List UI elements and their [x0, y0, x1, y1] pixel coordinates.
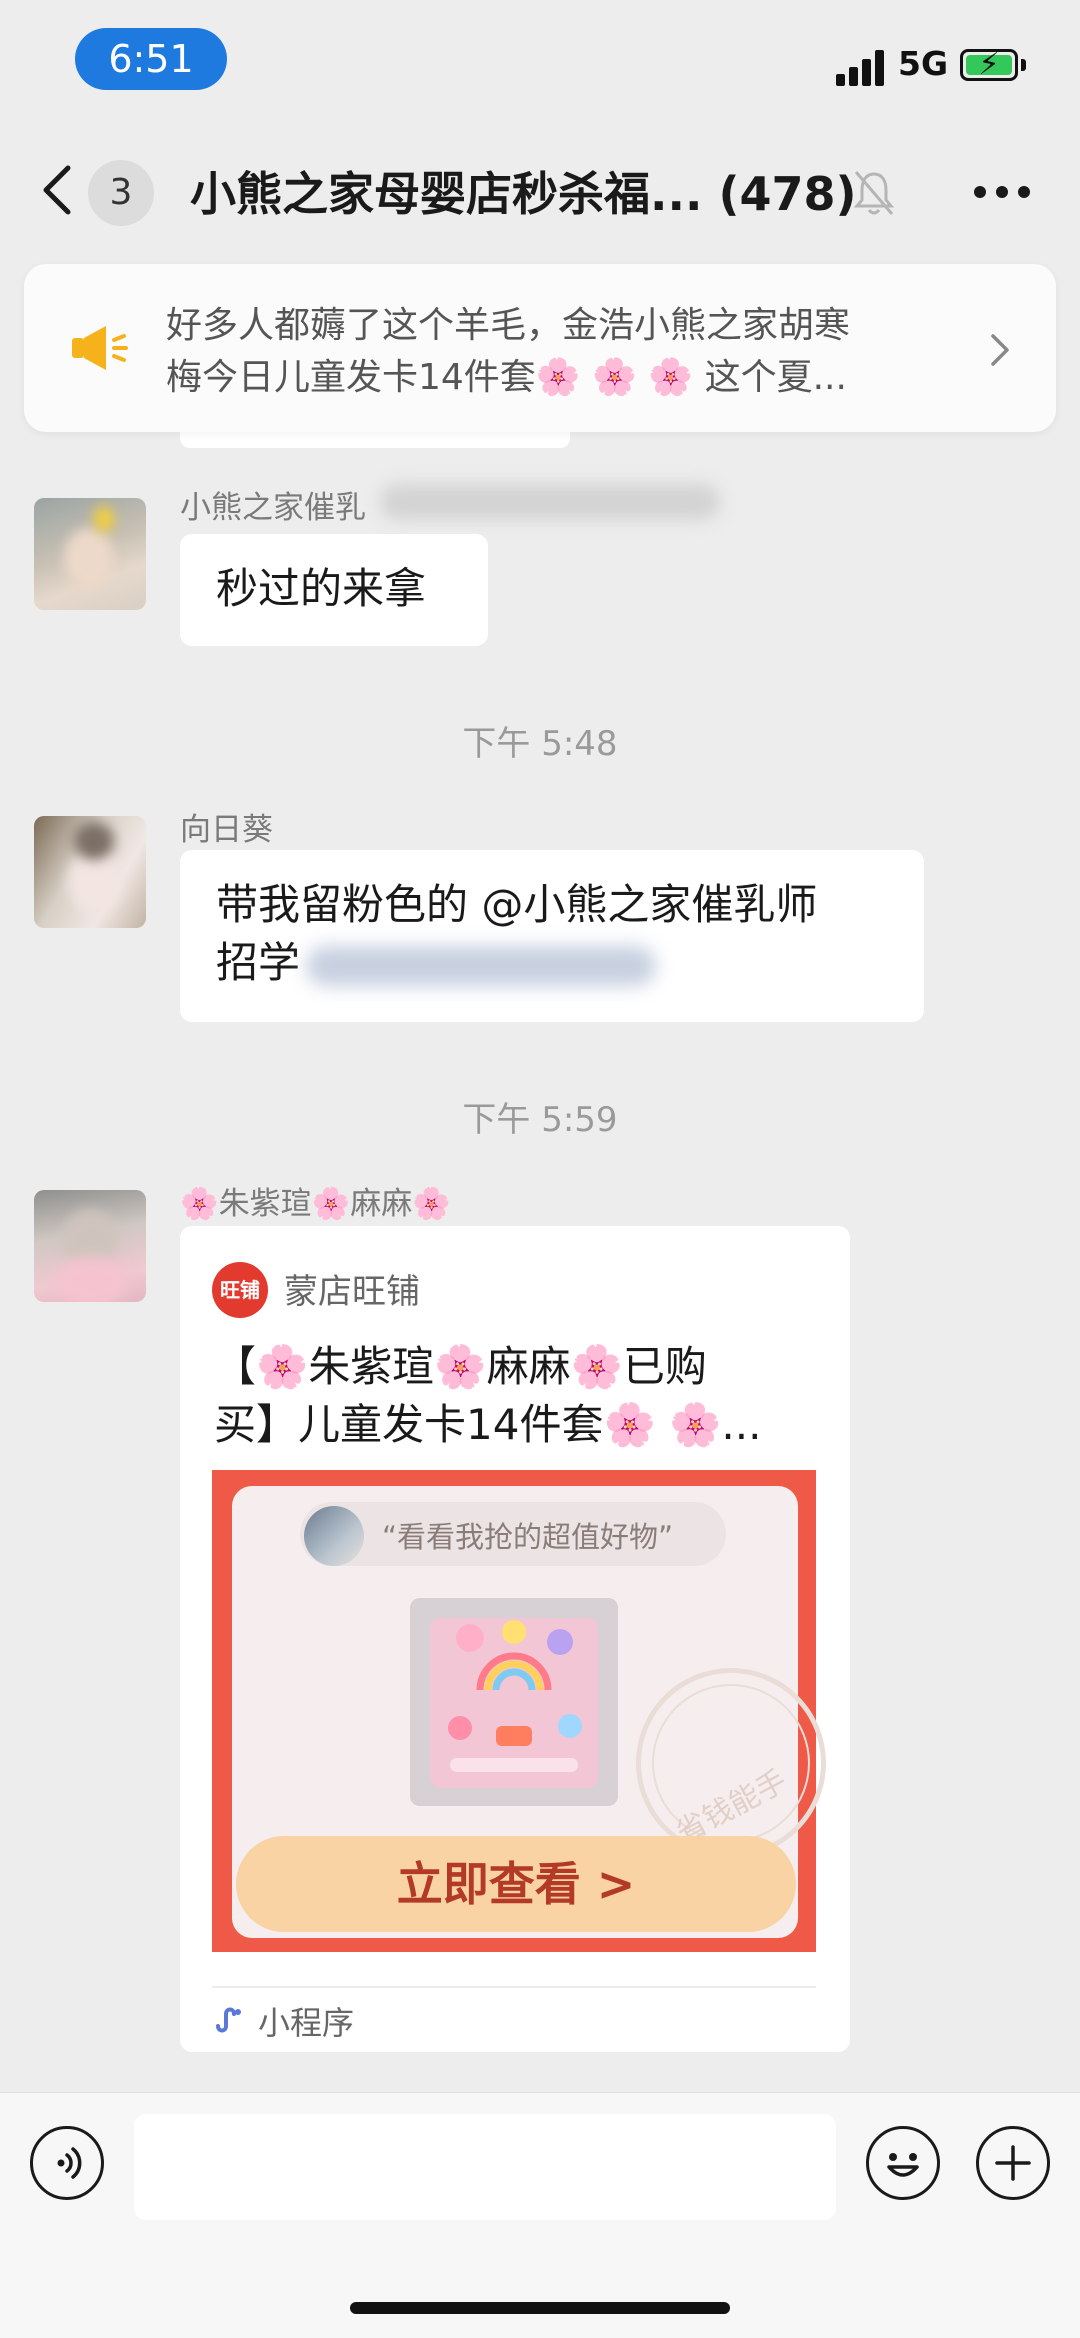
- sender-name: 向日葵: [180, 812, 273, 848]
- pill-text: “看看我抢的超值好物”: [382, 1520, 674, 1554]
- sender-name: 🌸朱紫瑄🌸麻麻🌸: [180, 1186, 451, 1222]
- message-text: 带我留粉色的 @小熊之家催乳师 招学: [216, 876, 906, 992]
- speaker-icon: [72, 326, 128, 370]
- avatar[interactable]: [34, 498, 146, 610]
- network-label: 5G: [898, 44, 949, 83]
- announcement-line2: 梅今日儿童发卡14件套🌸 🌸 🌸 这个夏...: [166, 357, 847, 398]
- message-line2: 招学: [216, 938, 301, 987]
- mini-program-icon: [216, 2007, 241, 2033]
- message-bubble[interactable]: 带我留粉色的 @小熊之家催乳师 招学: [180, 850, 924, 1022]
- voice-button[interactable]: [30, 2126, 104, 2200]
- blurred-text: [306, 945, 657, 986]
- plus-icon: [995, 2145, 1031, 2181]
- voice-icon: [57, 2147, 82, 2179]
- status-time: 6:51: [75, 28, 227, 90]
- avatar[interactable]: [34, 816, 146, 928]
- product-image: [410, 1598, 618, 1806]
- shop-name: 蒙店旺铺: [284, 1272, 420, 1312]
- battery-tip: [1021, 59, 1026, 71]
- emoji-button[interactable]: [866, 2126, 940, 2200]
- card-title: 【🌸朱紫瑄🌸麻麻🌸已购 买】儿童发卡14件套🌸 🌸...: [214, 1338, 834, 1454]
- message-line1: 带我留粉色的 @小熊之家催乳师: [216, 880, 818, 929]
- message-bubble[interactable]: 秒过的来拿: [180, 534, 488, 646]
- card-title-line1: 【🌸朱紫瑄🌸麻麻🌸已购: [214, 1342, 707, 1391]
- pill-avatar: [304, 1506, 364, 1566]
- chevron-right-icon[interactable]: [988, 330, 1012, 370]
- shop-logo: 旺铺: [212, 1262, 268, 1318]
- timestamp: 下午 5:59: [462, 1100, 618, 1140]
- blurred-name-suffix: [380, 484, 720, 520]
- more-options-icon[interactable]: [974, 186, 1030, 200]
- back-chevron-icon[interactable]: [34, 160, 84, 220]
- message-input[interactable]: [134, 2114, 836, 2220]
- announcement-line1: 好多人都薅了这个羊毛，金浩小熊之家胡寒: [166, 305, 851, 346]
- mini-program-label: 小程序: [258, 2004, 355, 2042]
- card-title-line2: 买】儿童发卡14件套🌸 🌸...: [214, 1400, 762, 1449]
- avatar[interactable]: [34, 1190, 146, 1302]
- message-text: 秒过的来拿: [216, 564, 427, 613]
- unread-count-badge[interactable]: 3: [88, 160, 154, 226]
- sender-name: 小熊之家催乳: [180, 490, 366, 526]
- plus-button[interactable]: [976, 2126, 1050, 2200]
- mute-bell-icon: [853, 171, 895, 215]
- battery-icon: ⚡: [960, 47, 1018, 82]
- card-divider: [212, 1986, 816, 1988]
- chat-title: 小熊之家母婴店秒杀福... (478): [190, 167, 857, 221]
- emoji-icon: [887, 2153, 919, 2177]
- view-now-button[interactable]: 立即查看 >: [236, 1836, 796, 1932]
- home-indicator[interactable]: [350, 2302, 730, 2314]
- announcement-text: 好多人都薅了这个羊毛，金浩小熊之家胡寒 梅今日儿童发卡14件套🌸 🌸 🌸 这个夏…: [166, 300, 956, 404]
- timestamp: 下午 5:48: [462, 724, 618, 764]
- signal-icon: [836, 50, 888, 86]
